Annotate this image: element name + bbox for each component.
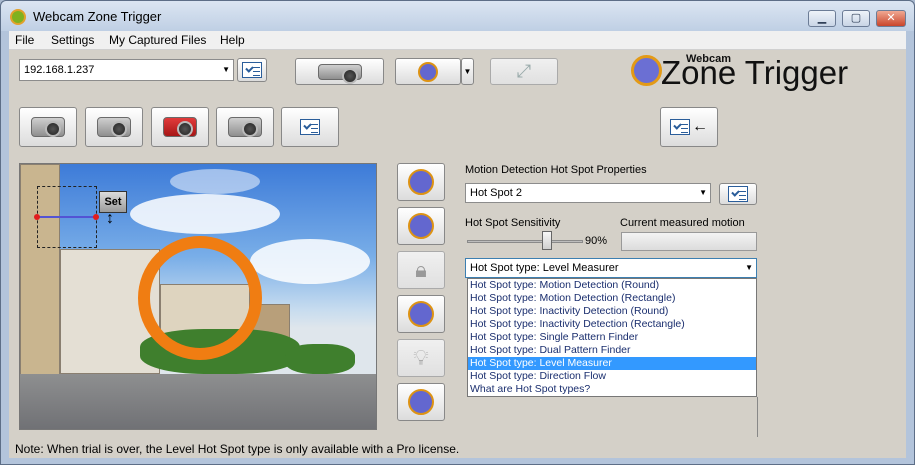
hotspot-type-select[interactable]: Hot Spot type: Level Measurer ▼ xyxy=(465,258,757,278)
add-hotspot-button[interactable] xyxy=(397,163,445,201)
chevron-down-icon: ▼ xyxy=(222,65,230,74)
hotspot-type-option[interactable]: Hot Spot type: Inactivity Detection (Rou… xyxy=(468,305,756,318)
hotspot-settings-button[interactable] xyxy=(719,183,757,205)
panel-divider xyxy=(757,397,758,437)
delete-hotspot-button[interactable] xyxy=(397,207,445,245)
hotspot-select[interactable]: Hot Spot 2 ▼ xyxy=(465,183,711,203)
import-settings-button[interactable]: ← xyxy=(660,107,718,147)
resize-handle[interactable] xyxy=(93,214,99,220)
fullscreen-icon: ⤢ xyxy=(516,61,532,81)
chevron-down-icon: ▼ xyxy=(745,263,753,272)
hotspot-type-dropdown: Hot Spot type: Motion Detection (Round) … xyxy=(467,278,757,397)
status-note: Note: When trial is over, the Level Hot … xyxy=(15,442,460,456)
app-logo-icon xyxy=(10,9,26,25)
cloud xyxy=(250,239,370,284)
record-icon xyxy=(163,117,197,137)
camera-address-select[interactable]: 192.168.1.237 ▼ xyxy=(19,59,234,81)
close-button[interactable]: ✕ xyxy=(876,10,906,27)
menu-settings[interactable]: Settings xyxy=(51,33,94,47)
main-area: 192.168.1.237 ▼ ▼ ⤢ Webcam Zone Trigger xyxy=(9,50,906,458)
trees xyxy=(285,344,355,374)
stop-record-icon xyxy=(228,117,262,137)
stop-recording-button[interactable] xyxy=(216,107,274,147)
hotspot-link-button[interactable] xyxy=(397,295,445,333)
title-bar[interactable]: Webcam Zone Trigger ▁ ▢ ✕ xyxy=(1,1,914,31)
chevron-down-icon: ▼ xyxy=(699,188,707,197)
pause-detection-button[interactable] xyxy=(395,58,461,85)
lightbulb-icon: 💡︎ xyxy=(413,345,429,370)
hotspot-types-help-option[interactable]: What are Hot Spot types? xyxy=(468,383,756,396)
move-arrows-icon: ↕ xyxy=(106,210,114,227)
zone-trigger-logo-icon xyxy=(631,55,662,86)
arrow-left-icon: ← xyxy=(692,118,708,135)
arrow-import-icon xyxy=(670,119,690,135)
camera-address-value: 192.168.1.237 xyxy=(24,64,95,76)
timer-camera-icon xyxy=(97,117,131,137)
window-title: Webcam Zone Trigger xyxy=(33,9,162,24)
checklist-icon xyxy=(242,62,262,78)
light-hotspot-button[interactable]: 💡︎ xyxy=(397,339,445,377)
pause-hotspot-button[interactable] xyxy=(397,383,445,421)
camera-preview[interactable]: Set ↕ xyxy=(19,163,377,430)
menu-bar: File Settings My Captured Files Help xyxy=(9,31,906,50)
hotspot-type-option-selected[interactable]: Hot Spot type: Level Measurer xyxy=(468,357,756,370)
pause-options-dropdown[interactable]: ▼ xyxy=(461,58,474,85)
hotspot-type-option[interactable]: Hot Spot type: Single Pattern Finder xyxy=(468,331,756,344)
lock-hotspot-button[interactable]: 🔒︎ xyxy=(397,251,445,289)
hotspot-type-option[interactable]: Hot Spot type: Inactivity Detection (Rec… xyxy=(468,318,756,331)
pause-icon xyxy=(408,389,434,415)
link-hotspot-icon xyxy=(408,301,434,327)
add-camera-icon xyxy=(317,63,362,84)
camera-settings-button[interactable] xyxy=(237,58,267,82)
camera-icon xyxy=(31,117,65,137)
chevron-down-icon: ▼ xyxy=(463,67,472,76)
current-motion-label: Current measured motion xyxy=(620,217,745,229)
cloud xyxy=(130,194,280,234)
road xyxy=(20,374,376,429)
minimize-button[interactable]: ▁ xyxy=(808,10,836,27)
cloud xyxy=(170,169,260,194)
pause-icon xyxy=(418,61,438,82)
auto-snapshot-button[interactable] xyxy=(85,107,143,147)
sensitivity-slider-thumb[interactable] xyxy=(542,231,552,250)
delete-hotspot-icon xyxy=(408,213,434,239)
hotspot-type-option[interactable]: Hot Spot type: Motion Detection (Round) xyxy=(468,279,756,292)
hotspot-type-option[interactable]: Hot Spot type: Direction Flow xyxy=(468,370,756,383)
checklist-icon xyxy=(728,186,748,202)
camera-help-icon xyxy=(300,119,320,135)
maximize-button[interactable]: ▢ xyxy=(842,10,870,27)
properties-title: Motion Detection Hot Spot Properties xyxy=(465,164,647,176)
logo-text: Zone Trigger xyxy=(661,54,849,91)
hotspot-ring[interactable] xyxy=(138,236,262,360)
add-camera-button[interactable] xyxy=(295,58,384,85)
sensitivity-value: 90% xyxy=(585,235,608,247)
hotspot-type-value: Hot Spot type: Level Measurer xyxy=(470,262,619,274)
add-hotspot-icon xyxy=(408,169,434,195)
resize-handle[interactable] xyxy=(34,214,40,220)
menu-help[interactable]: Help xyxy=(220,33,245,47)
menu-my-captured-files[interactable]: My Captured Files xyxy=(109,33,206,47)
current-motion-meter xyxy=(621,232,757,251)
app-window: Webcam Zone Trigger ▁ ▢ ✕ File Settings … xyxy=(0,0,915,465)
sensitivity-label: Hot Spot Sensitivity xyxy=(465,217,561,229)
menu-file[interactable]: File xyxy=(15,33,34,47)
hotspot-type-option[interactable]: Hot Spot type: Motion Detection (Rectang… xyxy=(468,292,756,305)
camera-help-button[interactable] xyxy=(281,107,339,147)
sensitivity-slider-track[interactable] xyxy=(467,240,583,243)
hotspot-select-value: Hot Spot 2 xyxy=(470,187,522,199)
snapshot-button[interactable] xyxy=(19,107,77,147)
level-line[interactable] xyxy=(37,216,99,218)
hotspot-type-option[interactable]: Hot Spot type: Dual Pattern Finder xyxy=(468,344,756,357)
lock-icon: 🔒︎ xyxy=(415,257,427,282)
record-button[interactable] xyxy=(151,107,209,147)
fullscreen-button[interactable]: ⤢ xyxy=(490,58,558,85)
